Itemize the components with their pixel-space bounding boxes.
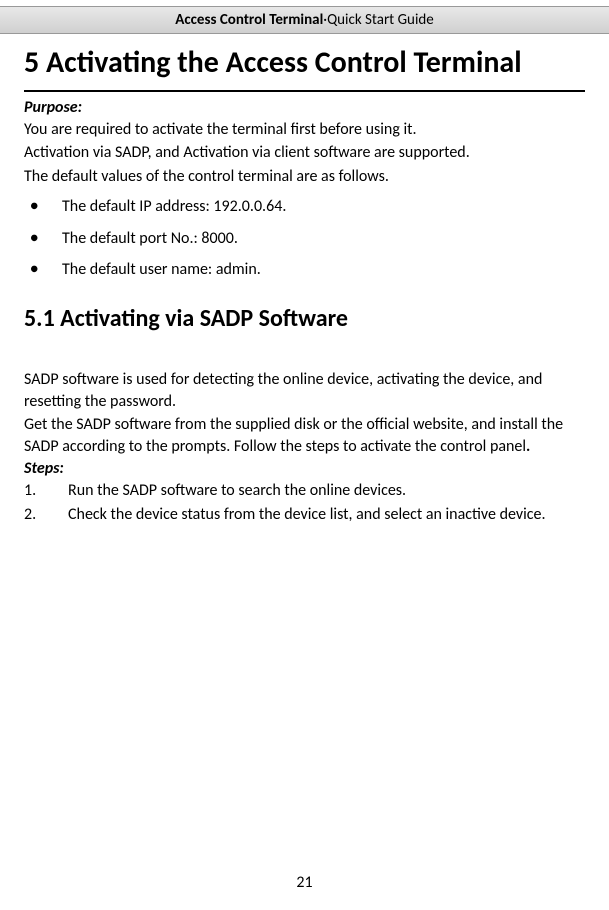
page-number: 21 <box>0 873 609 892</box>
list-item: Run the SADP software to search the onli… <box>24 480 585 502</box>
chapter-title: 5 Activating the Access Control Terminal <box>24 44 585 82</box>
sadp-intro-1: SADP software is used for detecting the … <box>24 369 585 412</box>
chapter-divider <box>24 90 585 92</box>
purpose-label: Purpose: <box>24 98 585 117</box>
steps-list: Run the SADP software to search the onli… <box>24 480 585 525</box>
header-doc-type: Quick Start Guide <box>327 11 434 29</box>
purpose-line-3: The default values of the control termin… <box>24 166 585 188</box>
sadp-intro-2: Get the SADP software from the supplied … <box>24 414 585 457</box>
section-title: 5.1 Activating via SADP Software <box>24 304 585 333</box>
document-header: Access Control Terminal·Quick Start Guid… <box>0 6 609 34</box>
sadp-intro-2-text: Get the SADP software from the supplied … <box>24 415 563 456</box>
header-product: Access Control Terminal <box>175 11 323 29</box>
list-item: The default user name: admin. <box>24 254 585 286</box>
sadp-intro-2-period: . <box>526 437 530 456</box>
steps-label: Steps: <box>24 459 585 478</box>
page-content: 5 Activating the Access Control Terminal… <box>0 44 609 526</box>
purpose-line-1: You are required to activate the termina… <box>24 119 585 141</box>
purpose-line-2: Activation via SADP, and Activation via … <box>24 142 585 164</box>
list-item: The default port No.: 8000. <box>24 223 585 255</box>
defaults-list: The default IP address: 192.0.0.64. The … <box>24 191 585 286</box>
list-item: The default IP address: 192.0.0.64. <box>24 191 585 223</box>
list-item: Check the device status from the device … <box>24 504 585 526</box>
